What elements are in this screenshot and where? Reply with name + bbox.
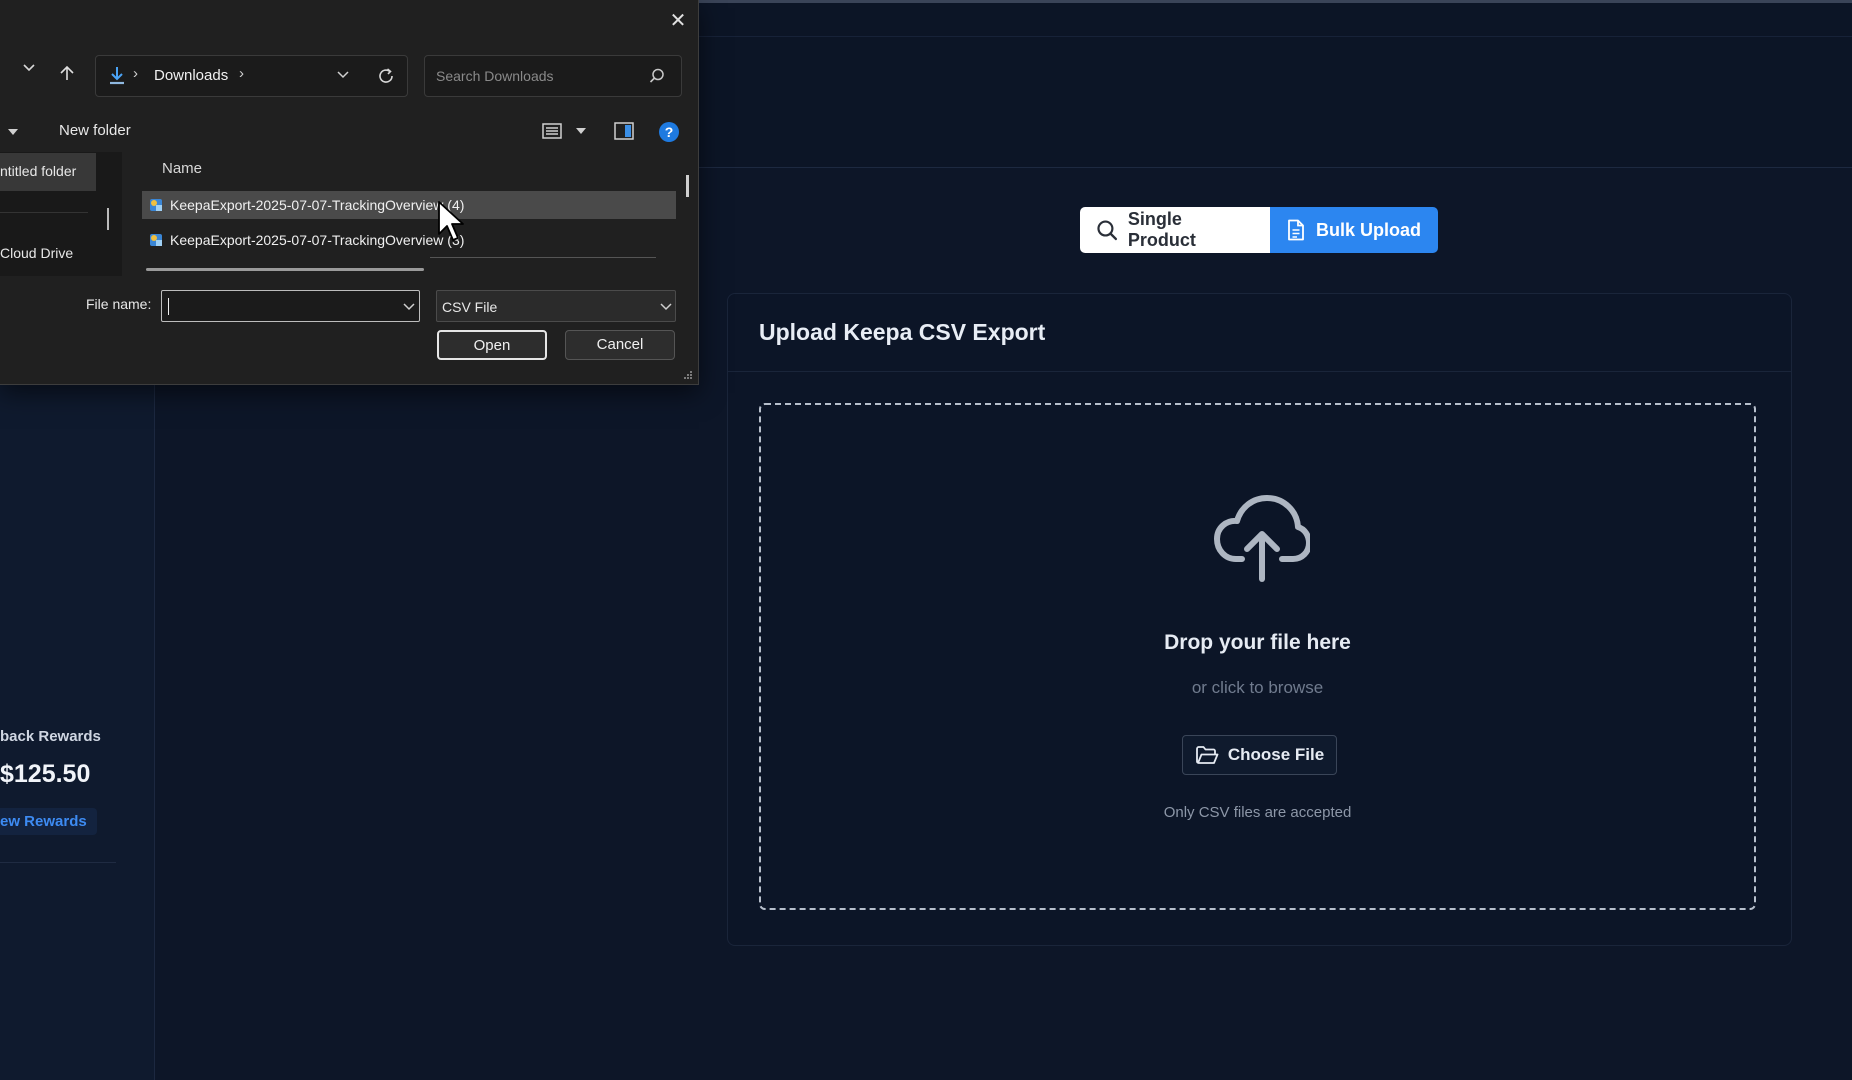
resize-grip-icon[interactable] [683, 370, 693, 380]
file-row[interactable]: KeepaExport-2025-07-07-TrackingOverview … [142, 191, 676, 219]
column-header-name[interactable]: Name [162, 160, 202, 177]
open-button[interactable]: Open [437, 330, 547, 360]
close-icon[interactable]: ✕ [668, 9, 688, 33]
sidebar-divider [0, 862, 116, 863]
refresh-icon[interactable] [377, 67, 395, 85]
bulk-upload-button[interactable]: Bulk Upload [1270, 207, 1438, 253]
text-caret [168, 298, 169, 315]
breadcrumb-downloads[interactable]: Downloads [154, 67, 228, 84]
breadcrumb-separator: › [133, 65, 138, 82]
up-arrow-icon[interactable] [58, 64, 76, 82]
bulk-upload-label: Bulk Upload [1316, 219, 1422, 240]
breadcrumb-separator: › [239, 65, 244, 82]
download-folder-icon [110, 67, 124, 85]
cloud-upload-icon [1214, 495, 1310, 582]
chevron-down-icon[interactable] [336, 70, 350, 80]
file-name-field[interactable] [161, 290, 420, 322]
rewards-amount: $125.50 [0, 760, 91, 788]
nav-item-cloud-drive[interactable]: Cloud Drive [0, 245, 73, 261]
search-input[interactable]: Search Downloads [424, 55, 682, 97]
recent-locations-chevron-icon[interactable] [22, 63, 36, 73]
chevron-down-icon[interactable] [402, 302, 416, 312]
csv-file-icon [150, 234, 162, 246]
choose-file-label: Choose File [1227, 745, 1325, 764]
organize-dropdown-icon[interactable] [6, 128, 20, 136]
file-type-note: Only CSV files are accepted [1163, 804, 1352, 821]
search-icon [649, 68, 664, 83]
nav-resize-handle[interactable] [107, 208, 109, 230]
cancel-button[interactable]: Cancel [565, 330, 675, 360]
file-type-value: CSV File [442, 299, 498, 315]
document-icon [1288, 219, 1304, 241]
horizontal-scrollbar[interactable] [146, 268, 424, 271]
folder-icon [1195, 746, 1219, 764]
new-folder-button[interactable]: New folder [59, 122, 131, 139]
view-options-dropdown-icon[interactable] [575, 127, 587, 135]
search-icon [1097, 220, 1118, 241]
choose-file-button[interactable]: Choose File [1182, 735, 1337, 775]
file-name: KeepaExport-2025-07-07-TrackingOverview … [170, 232, 465, 248]
rewards-title: back Rewards [0, 728, 101, 745]
nav-item-untitled-folder[interactable]: ntitled folder [0, 163, 76, 179]
drop-subtitle: or click to browse [1191, 678, 1324, 697]
address-bar[interactable]: › Downloads › [95, 55, 408, 97]
mode-toggle: Single Product Bulk Upload [1080, 207, 1438, 253]
svg-text:?: ? [665, 124, 674, 140]
file-type-select[interactable]: CSV File [436, 290, 676, 322]
upload-card-title: Upload Keepa CSV Export [759, 319, 1046, 345]
upload-card: Upload Keepa CSV Export Drop your file h… [727, 293, 1792, 946]
view-list-icon[interactable] [541, 121, 563, 141]
upload-card-header: Upload Keepa CSV Export [728, 294, 1791, 372]
single-product-label: Single Product [1127, 209, 1196, 250]
view-rewards-label: ew Rewards [0, 813, 87, 830]
search-placeholder: Search Downloads [436, 68, 554, 84]
file-name: KeepaExport-2025-07-07-TrackingOverview … [170, 197, 465, 213]
file-dropzone[interactable]: Drop your file here or click to browse C… [759, 403, 1756, 910]
file-open-dialog: ✕ › Downloads › Search Downloads New fol… [0, 0, 699, 385]
file-row[interactable]: KeepaExport-2025-07-07-TrackingOverview … [142, 226, 676, 254]
single-product-button[interactable]: Single Product [1080, 207, 1270, 253]
nav-divider [0, 212, 88, 213]
view-rewards-button[interactable]: ew Rewards [0, 808, 97, 835]
csv-file-icon [150, 199, 162, 211]
vertical-scrollbar[interactable] [686, 175, 689, 197]
preview-pane-icon[interactable] [613, 121, 635, 141]
drop-title: Drop your file here [1164, 631, 1351, 654]
file-name-label: File name: [86, 296, 152, 312]
list-divider [430, 257, 656, 258]
help-icon[interactable]: ? [658, 121, 680, 143]
chevron-down-icon [660, 303, 672, 311]
mouse-cursor-icon [438, 201, 464, 241]
